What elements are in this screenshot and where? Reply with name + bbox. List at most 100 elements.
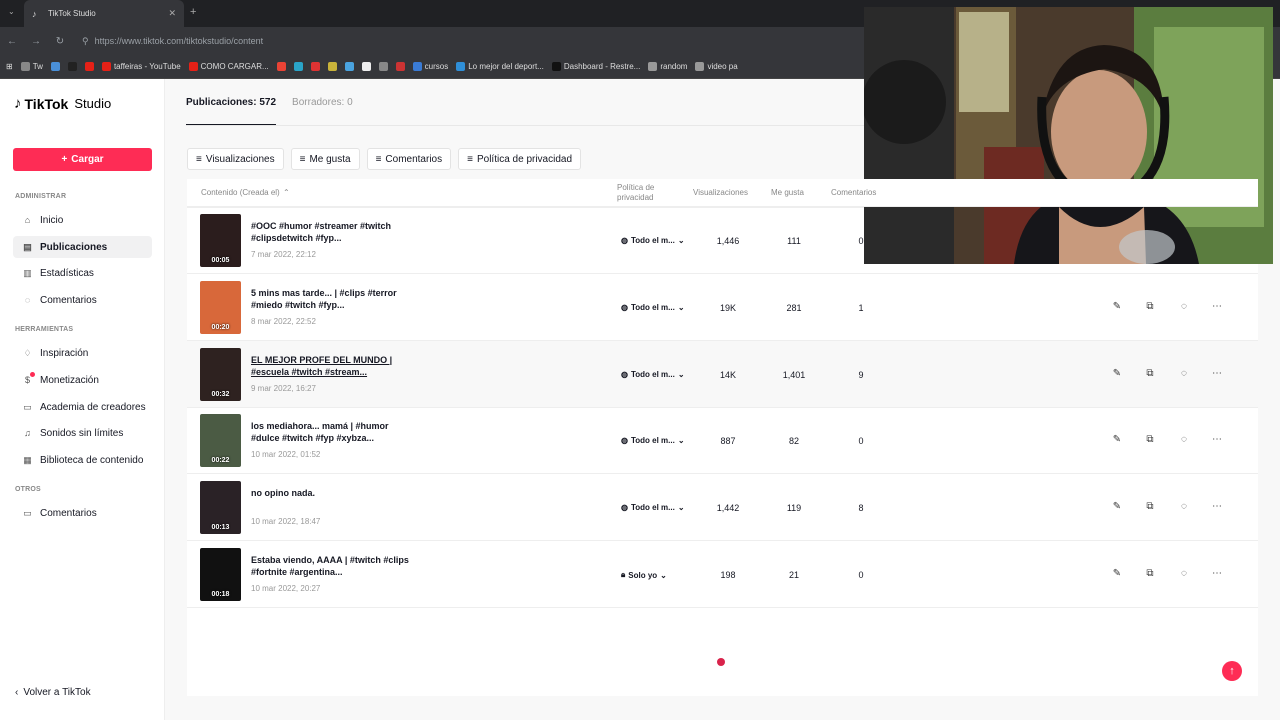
table-row[interactable]: 00:13 no opino nada. 10 mar 2022, 18:47 ◍ To… — [187, 474, 1258, 541]
privacy-dropdown[interactable]: 🔒︎ Solo yo ⌄ — [621, 570, 667, 580]
bookmark-item[interactable] — [50, 62, 60, 71]
col-content[interactable]: Contenido (Creada el) — [201, 188, 280, 197]
video-thumbnail[interactable]: 00:13 — [200, 481, 241, 534]
video-title[interactable]: Estaba viendo, AAAA | #twitch #clips #fo… — [251, 554, 411, 578]
sidebar-item-inspiracion[interactable]: ♢ Inspiración — [13, 342, 152, 364]
url-field[interactable]: ⚲ https://www.tiktok.com/tiktokstudio/co… — [82, 36, 263, 47]
bookmark-item[interactable] — [378, 62, 388, 71]
sidebar-item-academia[interactable]: ▭ Academia de creadores — [13, 396, 152, 418]
bookmark-item[interactable] — [327, 62, 337, 71]
edit-icon[interactable]: ✎ — [1110, 301, 1124, 312]
video-thumbnail[interactable]: 00:32 — [200, 348, 241, 401]
bookmark-item[interactable] — [276, 62, 286, 71]
sidebar-item-comentarios-otros[interactable]: ▭ Comentarios — [13, 502, 152, 524]
edit-icon[interactable]: ✎ — [1110, 434, 1124, 445]
video-title[interactable]: no opino nada. — [251, 487, 411, 499]
bookmark-item[interactable] — [67, 62, 77, 71]
tab-publicaciones[interactable]: Publicaciones: 572 — [186, 97, 277, 126]
col-views[interactable]: Visualizaciones — [693, 188, 748, 197]
more-options-icon[interactable]: ⋯ — [1210, 368, 1224, 379]
filter-comentarios[interactable]: ≡ Comentarios — [366, 148, 452, 170]
bookmark-item[interactable]: Tw — [20, 62, 43, 71]
comments-icon[interactable]: ◌ — [1177, 368, 1191, 379]
sidebar-item-monetizacion[interactable]: $ Monetización — [13, 369, 152, 391]
bookmark-item[interactable]: Lo mejor del deport... — [456, 62, 544, 71]
comments-icon[interactable]: ◌ — [1177, 301, 1191, 312]
sidebar-item-biblioteca[interactable]: ▦ Biblioteca de contenido — [13, 449, 152, 471]
share-icon[interactable]: ⧉ — [1143, 368, 1157, 379]
browser-tab[interactable]: ♪ TikTok Studio ✕ — [24, 0, 184, 27]
sidebar-item-inicio[interactable]: ⌂ Inicio — [13, 209, 152, 231]
bookmark-item[interactable] — [293, 62, 303, 71]
filter-label: Visualizaciones — [205, 153, 275, 165]
more-options-icon[interactable]: ⋯ — [1210, 501, 1224, 512]
more-options-icon[interactable]: ⋯ — [1210, 301, 1224, 312]
video-thumbnail[interactable]: 00:22 — [200, 414, 241, 467]
bookmark-item[interactable] — [395, 62, 405, 71]
privacy-dropdown[interactable]: ◍ Todo el m... ⌄ — [621, 303, 685, 312]
site-info-icon[interactable]: ⚲ — [82, 36, 89, 47]
edit-icon[interactable]: ✎ — [1110, 568, 1124, 579]
privacy-dropdown[interactable]: ◍ Todo el m... ⌄ — [621, 236, 685, 245]
video-title[interactable]: EL MEJOR PROFE DEL MUNDO | #escuela #twi… — [251, 354, 411, 378]
sidebar-item-sonidos[interactable]: ♫ Sonidos sin límites — [13, 422, 152, 444]
more-options-icon[interactable]: ⋯ — [1210, 434, 1224, 445]
bookmark-item[interactable]: video pa — [695, 62, 738, 71]
bookmark-item[interactable] — [84, 62, 94, 71]
tab-list-chevron-icon[interactable]: ⌄ — [8, 7, 15, 16]
sidebar-item-comentarios[interactable]: ◌ Comentarios — [13, 289, 152, 311]
filter-privacidad[interactable]: ≡ Política de privacidad — [458, 148, 582, 170]
tab-borradores[interactable]: Borradores: 0 — [292, 97, 353, 126]
privacy-dropdown[interactable]: ◍ Todo el m... ⌄ — [621, 370, 685, 379]
forward-icon[interactable]: → — [24, 36, 48, 47]
col-likes[interactable]: Me gusta — [771, 188, 804, 197]
scroll-to-top-button[interactable]: ↑ — [1222, 661, 1242, 681]
comments-icon[interactable]: ◌ — [1177, 434, 1191, 445]
back-to-tiktok-link[interactable]: ‹ Volver a TikTok — [15, 687, 91, 698]
bookmark-item[interactable]: Dashboard - Restre... — [551, 62, 640, 71]
table-row[interactable]: 00:20 5 mins mas tarde... | #clips #terro… — [187, 274, 1258, 341]
bookmark-item[interactable]: COMO CARGAR... — [188, 62, 269, 71]
video-title[interactable]: 5 mins mas tarde... | #clips #terror #mi… — [251, 287, 411, 311]
comments-icon[interactable]: ◌ — [1177, 568, 1191, 579]
tiktok-studio-logo[interactable]: ♪ TikTok Studio — [14, 95, 111, 112]
bookmark-item[interactable]: random — [648, 62, 687, 71]
share-icon[interactable]: ⧉ — [1143, 501, 1157, 512]
comments-icon[interactable]: ◌ — [1177, 501, 1191, 512]
edit-icon[interactable]: ✎ — [1110, 501, 1124, 512]
edit-icon[interactable]: ✎ — [1110, 368, 1124, 379]
share-icon[interactable]: ⧉ — [1143, 568, 1157, 579]
bookmark-item[interactable] — [361, 62, 371, 71]
video-thumbnail[interactable]: 00:05 — [200, 214, 241, 267]
sort-icon[interactable]: ⌃ — [283, 188, 290, 197]
upload-button[interactable]: + Cargar — [13, 148, 152, 171]
bookmark-item[interactable] — [310, 62, 320, 71]
video-title[interactable]: #OOC #humor #streamer #twitch #clipsdetw… — [251, 220, 411, 244]
privacy-dropdown[interactable]: ◍ Todo el m... ⌄ — [621, 436, 685, 445]
filter-me-gusta[interactable]: ≡ Me gusta — [290, 148, 360, 170]
col-comments[interactable]: Comentarios — [831, 188, 876, 197]
bookmark-item[interactable] — [344, 62, 354, 71]
back-icon[interactable]: ← — [0, 36, 24, 47]
bookmark-label: video pa — [707, 62, 738, 71]
table-row[interactable]: 00:22 los mediahora... mamá | #humor #dul… — [187, 407, 1258, 474]
sidebar-item-estadisticas[interactable]: ▥ Estadísticas — [13, 262, 152, 284]
new-tab-icon[interactable]: + — [190, 6, 196, 18]
share-icon[interactable]: ⧉ — [1143, 434, 1157, 445]
video-thumbnail[interactable]: 00:18 — [200, 548, 241, 601]
apps-icon[interactable]: ⊞ — [6, 62, 13, 71]
video-thumbnail[interactable]: 00:20 — [200, 281, 241, 334]
filter-visualizaciones[interactable]: ≡ Visualizaciones — [187, 148, 284, 170]
more-options-icon[interactable]: ⋯ — [1210, 568, 1224, 579]
close-tab-icon[interactable]: ✕ — [168, 8, 176, 19]
reload-icon[interactable]: ↻ — [48, 36, 72, 47]
table-row[interactable]: 00:32 EL MEJOR PROFE DEL MUNDO | #escuela… — [187, 341, 1258, 408]
privacy-dropdown[interactable]: ◍ Todo el m... ⌄ — [621, 503, 685, 512]
bookmark-item[interactable]: cursos — [412, 62, 448, 71]
sidebar: ♪ TikTok Studio + Cargar ADMINISTRAR ⌂ I… — [0, 79, 165, 720]
sidebar-item-publicaciones[interactable]: ▤ Publicaciones — [13, 236, 152, 258]
video-title[interactable]: los mediahora... mamá | #humor #dulce #t… — [251, 420, 411, 444]
share-icon[interactable]: ⧉ — [1143, 301, 1157, 312]
bookmark-item[interactable]: taffeiras - YouTube — [101, 62, 181, 71]
table-row[interactable]: 00:18 Estaba viendo, AAAA | #twitch #clip… — [187, 541, 1258, 608]
